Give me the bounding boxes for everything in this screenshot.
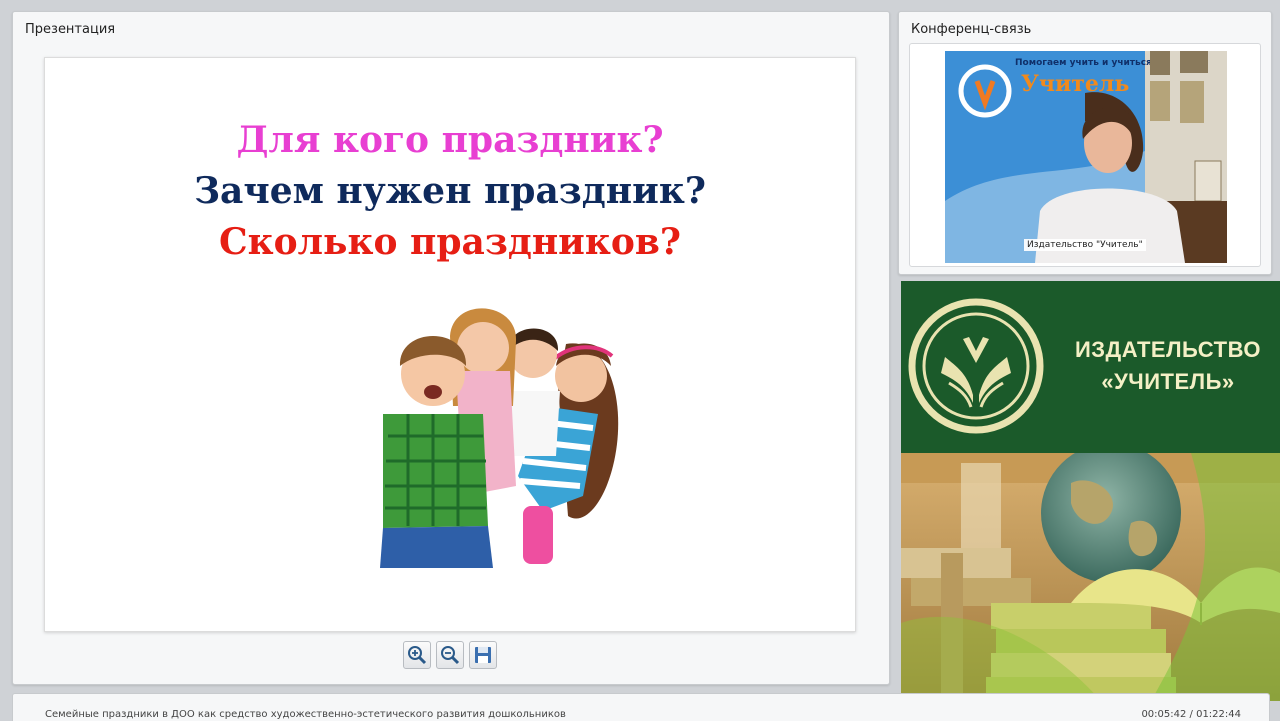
books-globe-illustration [901, 443, 1280, 701]
zoom-out-button[interactable] [436, 641, 464, 669]
presentation-panel: Презентация Для кого праздник? Зачем нуж… [12, 11, 890, 685]
slide-line-3: Сколько праздников? [218, 221, 681, 263]
zoom-in-button[interactable] [403, 641, 431, 669]
speaker-video[interactable]: Помогаем учить и учиться Учитель Издател… [945, 51, 1227, 263]
zoom-in-icon [408, 646, 427, 665]
playback-time: 00:05:42 / 01:22:44 [1141, 709, 1241, 720]
books-picture [901, 443, 1280, 701]
webinar-title: Семейные праздники в ДОО как средство ху… [45, 709, 566, 720]
banner-line-1: Помогаем учить и учиться [1015, 58, 1152, 68]
slide-line-2: Зачем нужен праздник? [194, 170, 706, 212]
video-frame: Помогаем учить и учиться Учитель Издател… [909, 43, 1261, 267]
banner-line-2: Учитель [1021, 71, 1129, 97]
speaker-video-picture: Помогаем учить и учиться Учитель [945, 51, 1227, 263]
save-button[interactable] [469, 641, 497, 669]
slide-line-1: Для кого праздник? [236, 119, 664, 161]
publisher-header: ИЗДАТЕЛЬСТВО «УЧИТЕЛЬ» [901, 281, 1280, 453]
publisher-name-line-2: «УЧИТЕЛЬ» [1101, 369, 1235, 394]
publisher-banner: ИЗДАТЕЛЬСТВО «УЧИТЕЛЬ» [901, 281, 1280, 701]
zoom-out-icon [441, 646, 460, 665]
children-photo [380, 308, 619, 568]
floppy-disk-icon [475, 647, 491, 663]
conference-title: Конференц-связь [911, 22, 1032, 37]
presentation-title: Презентация [25, 22, 116, 37]
conference-panel: Конференц-связь Помогаем учить и учиться… [898, 11, 1272, 275]
video-label: Издательство "Учитель" [1024, 239, 1146, 251]
footer-bar: Семейные праздники в ДОО как средство ху… [12, 693, 1270, 721]
publisher-name-line-1: ИЗДАТЕЛЬСТВО [1074, 337, 1262, 362]
slide: Для кого праздник? Зачем нужен праздник?… [44, 57, 856, 632]
publisher-logo-icon [908, 298, 1044, 434]
